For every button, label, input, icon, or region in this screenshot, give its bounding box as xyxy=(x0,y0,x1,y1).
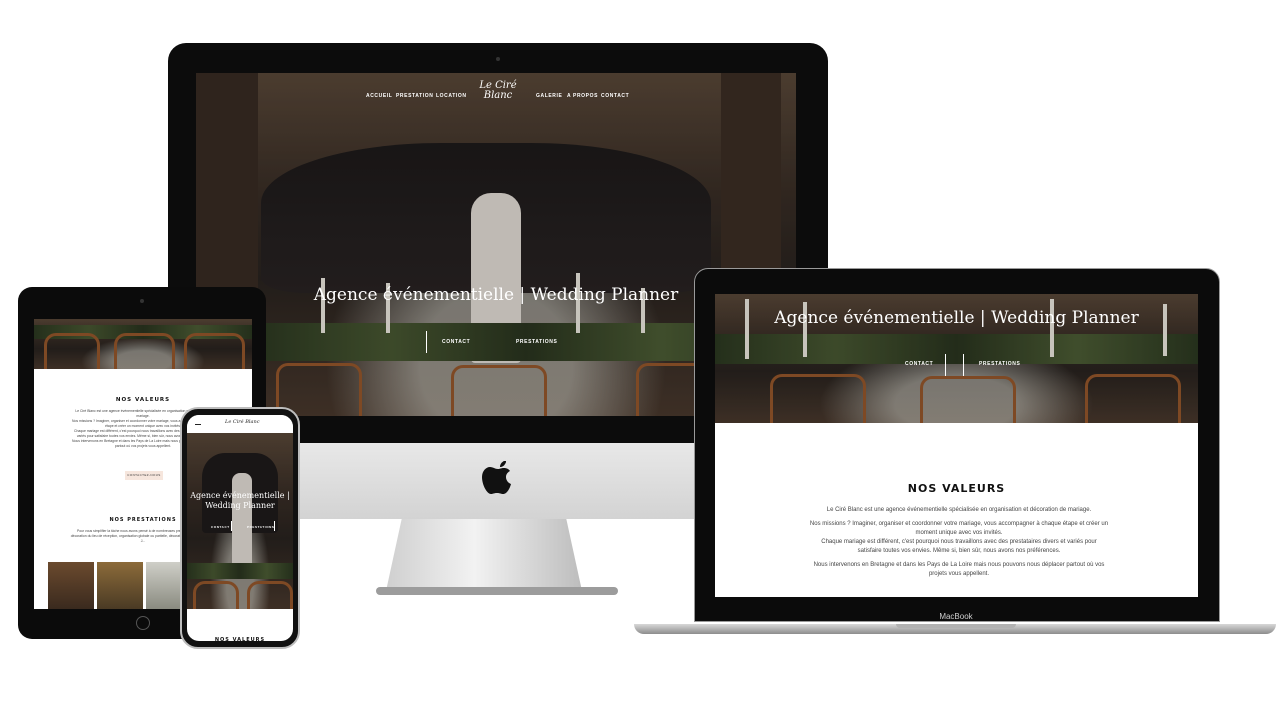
phone-contact-button[interactable]: CONTACT xyxy=(211,525,230,529)
phone-values-heading: NOS VALEURS xyxy=(214,637,266,641)
apple-logo-icon xyxy=(482,461,511,494)
nav-accueil[interactable]: ACCUEIL xyxy=(366,93,392,99)
laptop-values-text: Le Ciré Blanc est une agence événementie… xyxy=(809,507,1109,577)
laptop-device: Agence événementielle | Wedding Planner … xyxy=(634,268,1279,638)
gallery-image[interactable] xyxy=(48,562,94,609)
hero-contact-button[interactable]: CONTACT xyxy=(442,339,470,345)
phone-prestations-button[interactable]: PRESTATIONS xyxy=(247,525,275,529)
tablet-hero xyxy=(34,319,252,369)
laptop-notch xyxy=(896,624,1016,628)
home-button-icon xyxy=(136,616,150,630)
phone-logo[interactable]: Le Ciré Blanc xyxy=(225,419,260,425)
tablet-contact-cta[interactable]: CONTACTEZ-NOUS xyxy=(125,471,163,480)
phone-screen: Le Ciré Blanc Agence événementielle | We… xyxy=(187,415,293,641)
site-logo[interactable]: Le Ciré Blanc xyxy=(474,81,522,101)
laptop-hero-title: Agence événementielle | Wedding Planner xyxy=(774,308,1139,328)
menu-icon[interactable] xyxy=(195,424,201,425)
tablet-values-heading: NOS VALEURS xyxy=(115,397,171,403)
laptop-hero: Agence événementielle | Wedding Planner … xyxy=(715,294,1198,423)
laptop-prestations-button[interactable]: PRESTATIONS xyxy=(979,361,1020,367)
phone-hero-title-1: Agence événementielle | xyxy=(190,491,290,500)
nav-location[interactable]: LOCATION xyxy=(436,93,467,99)
nav-contact[interactable]: CONTACT xyxy=(601,93,629,99)
imac-stand xyxy=(386,519,582,591)
gallery-image[interactable] xyxy=(97,562,143,609)
hero-prestations-button[interactable]: PRESTATIONS xyxy=(516,339,557,345)
nav-prestation[interactable]: PRESTATION xyxy=(396,93,433,99)
imac-stand-base xyxy=(376,587,618,595)
phone-hero: Agence événementielle | Wedding Planner … xyxy=(187,433,293,609)
laptop-contact-button[interactable]: CONTACT xyxy=(905,361,933,367)
phone-hero-title-2: Wedding Planner xyxy=(205,501,275,510)
imac-nav: ACCUEIL PRESTATION LOCATION Le Ciré Blan… xyxy=(196,81,796,113)
camera-dot-icon xyxy=(496,57,500,61)
camera-dot-icon xyxy=(140,299,144,303)
phone-device: Le Ciré Blanc Agence événementielle | We… xyxy=(180,407,300,649)
nav-galerie[interactable]: GALERIE xyxy=(536,93,562,99)
laptop-brand-label: MacBook xyxy=(939,612,973,621)
laptop-screen: Agence événementielle | Wedding Planner … xyxy=(715,294,1198,597)
nav-a-propos[interactable]: A PROPOS xyxy=(567,93,598,99)
laptop-values-heading: NOS VALEURS xyxy=(907,482,1006,495)
